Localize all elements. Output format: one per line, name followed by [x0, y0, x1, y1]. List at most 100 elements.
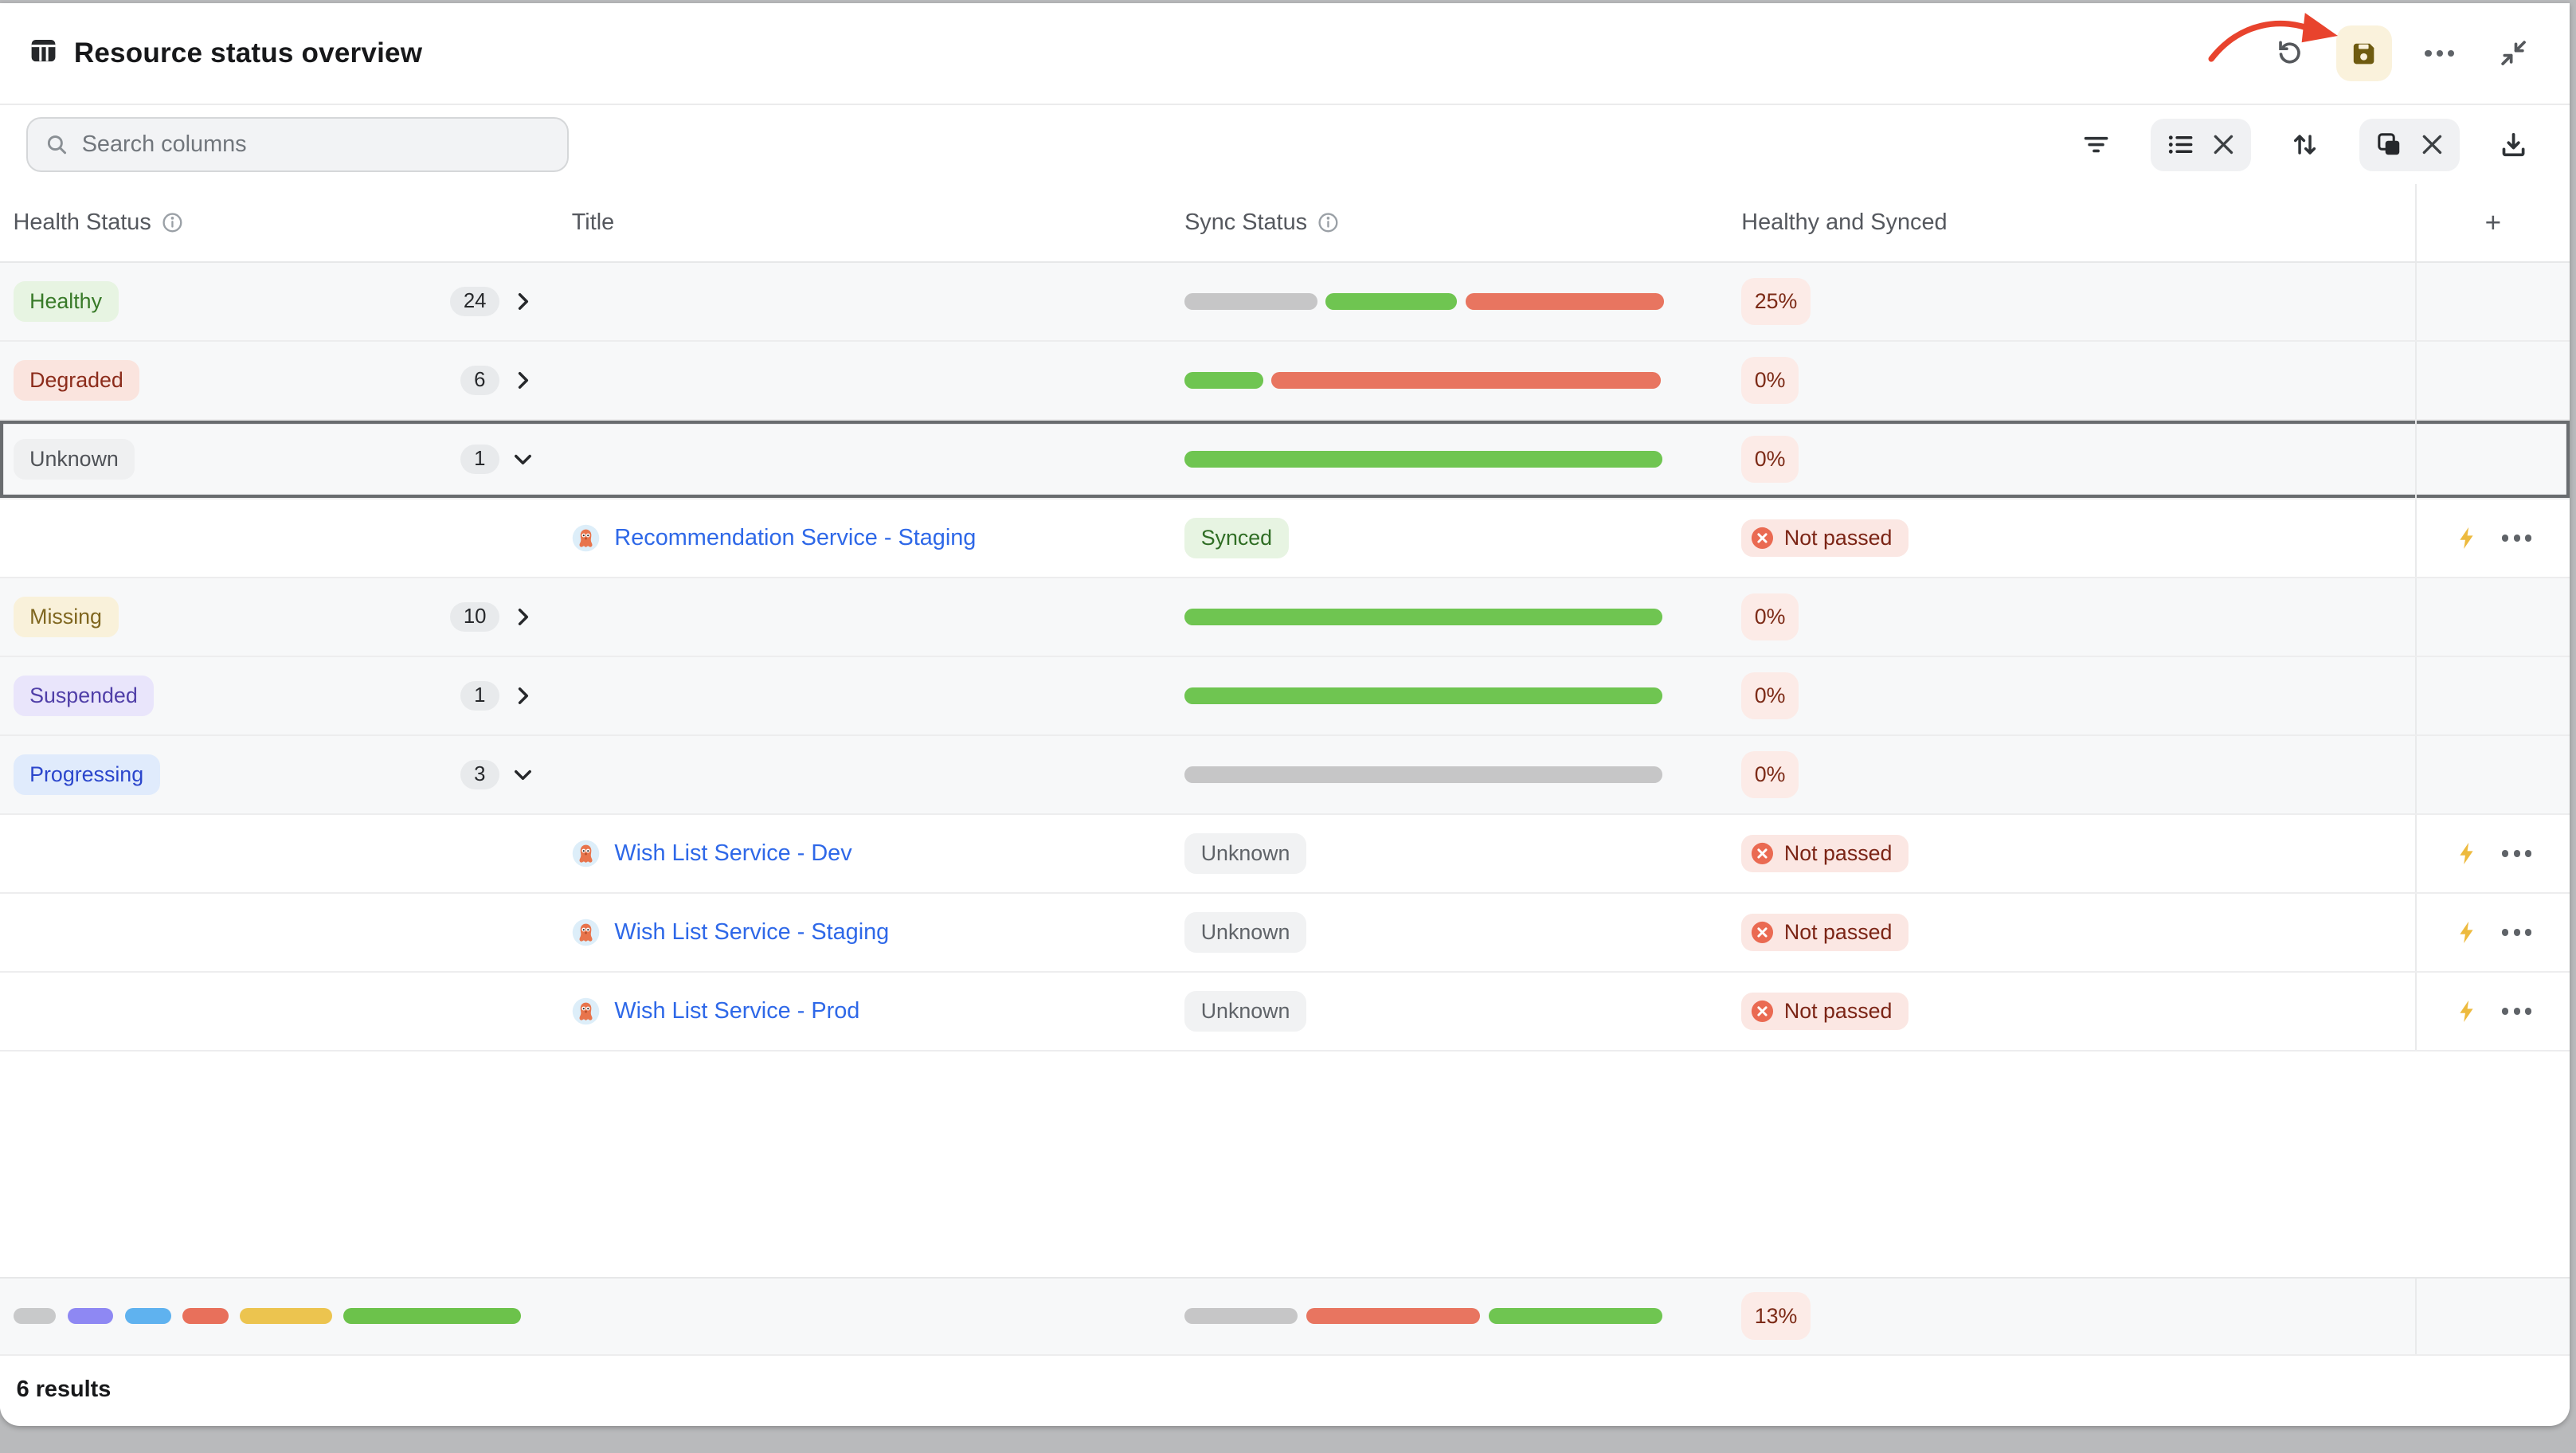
row-actions-icon[interactable]: [2502, 535, 2531, 541]
chevron-right-icon[interactable]: [511, 605, 535, 629]
health-status-badge: Suspended: [14, 676, 155, 717]
search-icon: [45, 131, 69, 158]
info-icon: [1317, 211, 1340, 234]
resource-link[interactable]: Wish List Service - Prod: [614, 998, 859, 1024]
chevron-down-icon[interactable]: [511, 447, 535, 472]
add-column-button[interactable]: +: [2485, 207, 2501, 239]
healthy-synced-value: 0%: [1741, 357, 1799, 405]
error-icon: [1750, 841, 1775, 866]
octopus-avatar: [572, 524, 600, 552]
sync-status-bar: [1184, 293, 1664, 310]
table-row-healthy: Healthy 24 25%: [0, 263, 2570, 342]
save-icon: [2349, 39, 2378, 69]
group-count: 6: [460, 366, 500, 395]
health-status-badge: Missing: [14, 597, 119, 638]
info-icon: [161, 211, 184, 234]
table-row-recommendation-service-staging: Recommendation Service - Staging Synced …: [0, 499, 2570, 578]
health-status-badge: Healthy: [14, 281, 119, 323]
check-status-badge: Not passed: [1741, 519, 1909, 558]
row-actions-icon[interactable]: [2502, 929, 2531, 935]
column-header-title[interactable]: Title: [572, 210, 614, 236]
search-box[interactable]: [26, 117, 569, 171]
results-count: 6 results: [17, 1377, 112, 1403]
octopus-avatar: [572, 840, 600, 867]
table-row-unknown: Unknown 1 0%: [0, 421, 2570, 499]
table-row-wish-list-service-prod: Wish List Service - Prod Unknown Not pas…: [0, 973, 2570, 1052]
chevron-right-icon[interactable]: [511, 368, 535, 393]
octopus-avatar: [572, 997, 600, 1025]
table-empty-space: [0, 1052, 2570, 1277]
error-icon: [1750, 920, 1775, 945]
lightning-icon[interactable]: [2454, 526, 2479, 550]
ellipsis-icon: [2425, 50, 2454, 57]
row-actions-icon[interactable]: [2502, 1008, 2531, 1014]
widget-header: Resource status overview: [0, 3, 2570, 105]
stack-icon[interactable]: [2375, 131, 2403, 159]
check-status-badge: Not passed: [1741, 914, 1909, 952]
group-count: 1: [460, 445, 500, 474]
error-icon: [1750, 526, 1775, 550]
sync-status-badge: Unknown: [1184, 991, 1306, 1032]
download-button[interactable]: [2488, 119, 2540, 171]
more-options-button[interactable]: [2414, 27, 2466, 80]
sync-status-bar: [1184, 451, 1662, 468]
sort-button[interactable]: [2279, 119, 2331, 171]
resource-link[interactable]: Recommendation Service - Staging: [614, 525, 976, 551]
check-status-badge: Not passed: [1741, 835, 1909, 873]
table-row-degraded: Degraded 6 0%: [0, 342, 2570, 421]
chevron-right-icon[interactable]: [511, 683, 535, 708]
table-icon: [29, 37, 57, 71]
lightning-icon[interactable]: [2454, 999, 2479, 1024]
table-header-row: Health Status Title Sync Status Healthy …: [0, 184, 2570, 263]
column-header-health-status[interactable]: Health Status: [14, 210, 185, 236]
sync-status-badge: Unknown: [1184, 833, 1306, 875]
sync-status-bar: [1184, 687, 1662, 704]
table-row-wish-list-service-dev: Wish List Service - Dev Unknown Not pass…: [0, 815, 2570, 894]
clear-group-icon[interactable]: [2421, 134, 2443, 155]
undo-icon: [2273, 37, 2304, 69]
chevron-right-icon[interactable]: [511, 289, 535, 314]
sync-status-bar: [1184, 372, 1661, 389]
widget-card: Resource status overview: [0, 3, 2570, 1426]
clear-list-icon[interactable]: [2213, 134, 2234, 155]
group-count: 24: [450, 287, 499, 316]
healthy-synced-value: 0%: [1741, 751, 1799, 799]
chevron-down-icon[interactable]: [511, 762, 535, 787]
sync-status-bar: [1184, 609, 1662, 625]
error-icon: [1750, 999, 1775, 1024]
resource-link[interactable]: Wish List Service - Staging: [614, 919, 889, 946]
column-header-sync-status[interactable]: Sync Status: [1184, 210, 1340, 236]
health-status-badge: Progressing: [14, 754, 160, 796]
summary-row: 13%: [0, 1277, 2570, 1356]
row-actions-icon[interactable]: [2502, 850, 2531, 856]
column-header-healthy-and-synced[interactable]: Healthy and Synced: [1741, 210, 1947, 236]
save-button[interactable]: [2336, 25, 2392, 81]
search-input[interactable]: [82, 131, 550, 158]
undo-button[interactable]: [2262, 27, 2315, 80]
download-icon: [2499, 130, 2528, 159]
summary-healthy-synced-value: 13%: [1741, 1292, 1811, 1340]
table-row-wish-list-service-staging: Wish List Service - Staging Unknown Not …: [0, 894, 2570, 973]
resource-link[interactable]: Wish List Service - Dev: [614, 840, 851, 867]
page: Resource status overview: [0, 0, 2576, 1453]
healthy-synced-value: 25%: [1741, 278, 1811, 326]
healthy-synced-value: 0%: [1741, 436, 1799, 484]
table-row-missing: Missing 10 0%: [0, 578, 2570, 657]
lightning-icon[interactable]: [2454, 841, 2479, 866]
collapse-button[interactable]: [2488, 27, 2540, 80]
list-icon[interactable]: [2167, 131, 2194, 159]
group-count: 10: [450, 602, 499, 632]
sort-icon: [2290, 130, 2320, 159]
octopus-avatar: [572, 918, 600, 946]
collapse-icon: [2498, 37, 2529, 69]
lightning-icon[interactable]: [2454, 920, 2479, 945]
filter-button[interactable]: [2070, 119, 2123, 171]
table-row-suspended: Suspended 1 0%: [0, 657, 2570, 736]
filter-icon: [2081, 130, 2111, 159]
active-list-chip: [2151, 119, 2251, 171]
sync-status-badge: Synced: [1184, 518, 1289, 559]
health-status-badge: Unknown: [14, 439, 135, 480]
table-toolbar: [0, 105, 2570, 184]
page-title: Resource status overview: [74, 37, 422, 69]
healthy-synced-value: 0%: [1741, 593, 1799, 641]
